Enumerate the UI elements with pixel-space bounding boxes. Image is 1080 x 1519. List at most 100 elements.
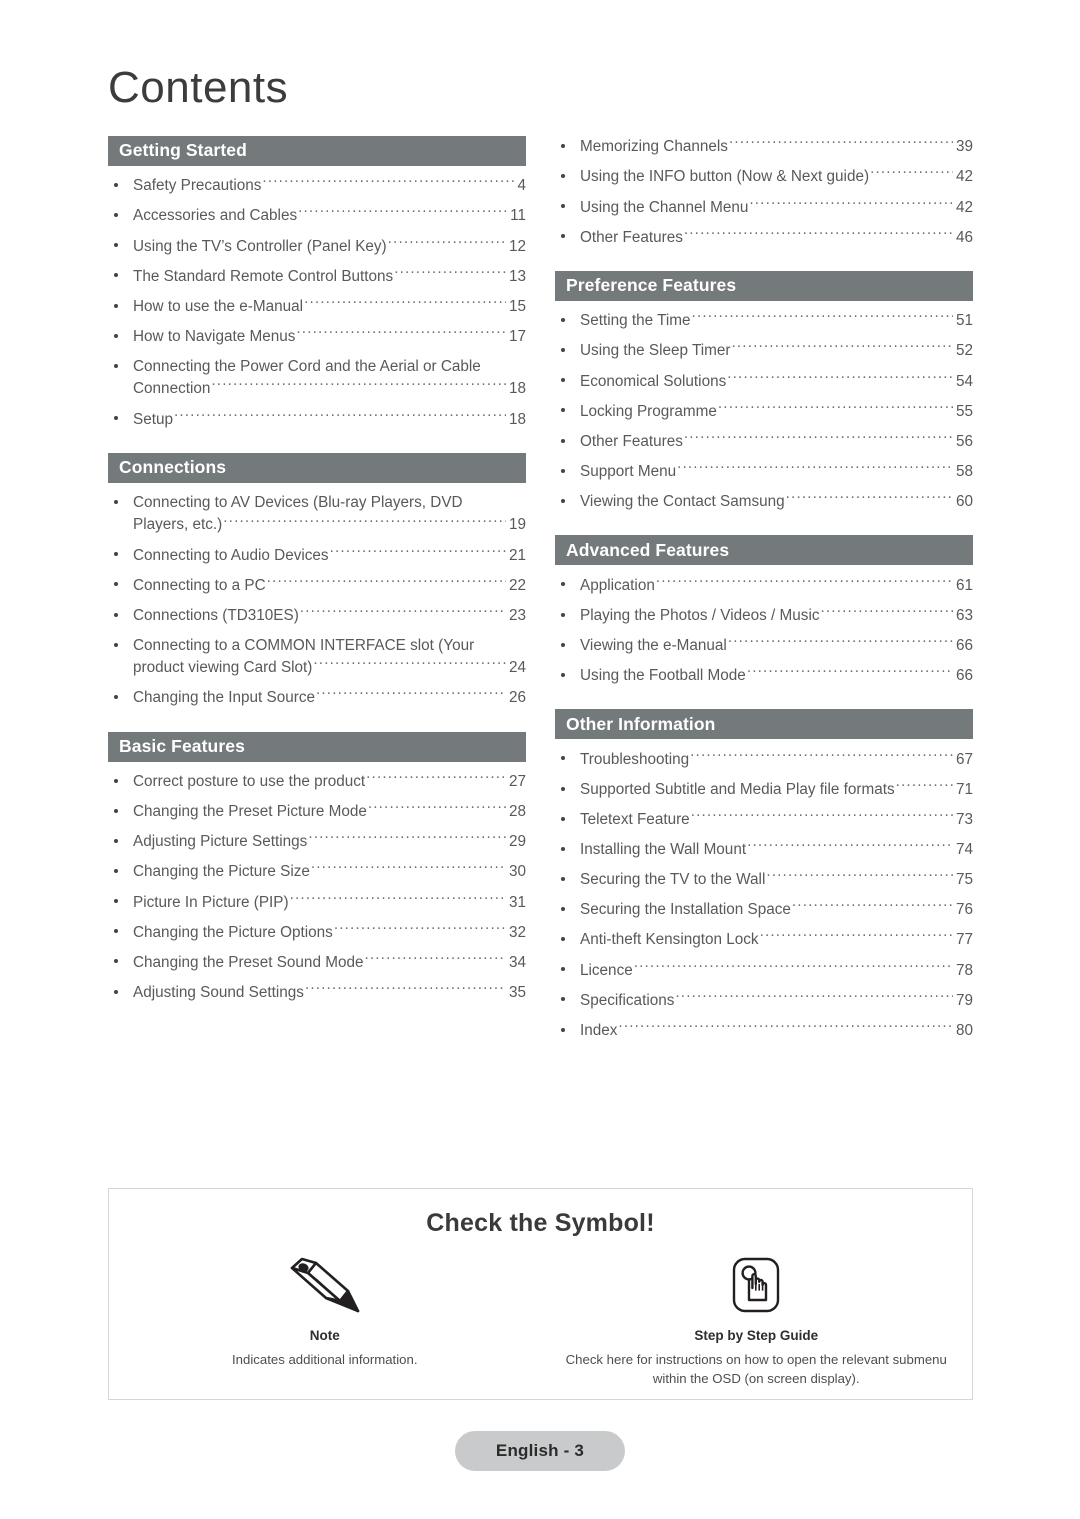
toc-entry-page-number: 27 — [508, 773, 526, 791]
bullet-icon — [561, 846, 565, 851]
toc-entry[interactable]: Anti-theft Kensington Lock 77 — [555, 929, 973, 952]
dot-leader — [656, 574, 953, 589]
toc-entry[interactable]: Teletext Feature 73 — [555, 809, 973, 832]
toc-entry-page-number: 42 — [955, 168, 973, 186]
toc-entry[interactable]: Other Features 56 — [555, 431, 973, 454]
toc-entry-label: Teletext Feature — [580, 810, 690, 828]
toc-section: Connections Connecting to AV Devices (Blu… — [108, 452, 526, 710]
toc-section: Other Information Troubleshooting 67 Suppor… — [555, 709, 973, 1042]
toc-section: Getting Started Safety Precautions 4 Access… — [108, 136, 526, 431]
dot-leader — [316, 687, 506, 702]
toc-entry-label: Adjusting Sound Settings — [133, 983, 304, 1001]
toc-entry[interactable]: Changing the Picture Size 30 — [108, 861, 526, 884]
toc-entry[interactable]: Adjusting Sound Settings 35 — [108, 982, 526, 1005]
toc-entry[interactable]: Viewing the e-Manual 66 — [555, 635, 973, 658]
toc-entry-row: Playing the Photos / Videos / Music 63 — [580, 605, 973, 628]
toc-entry-page-number: 80 — [955, 1021, 973, 1039]
toc-entry[interactable]: Setup 18 — [108, 408, 526, 431]
dot-leader — [690, 748, 953, 763]
dot-leader — [821, 605, 953, 620]
toc-entry-page-number: 61 — [955, 576, 973, 594]
toc-entry[interactable]: Securing the TV to the Wall 75 — [555, 869, 973, 892]
bullet-icon — [114, 582, 118, 587]
toc-entry[interactable]: Adjusting Picture Settings 29 — [108, 831, 526, 854]
toc-entry[interactable]: Using the Channel Menu 42 — [555, 196, 973, 219]
toc-entry[interactable]: Installing the Wall Mount 74 — [555, 839, 973, 862]
toc-entry[interactable]: The Standard Remote Control Buttons 13 — [108, 265, 526, 288]
toc-entry[interactable]: Viewing the Contact Samsung 60 — [555, 491, 973, 514]
toc-entry[interactable]: Playing the Photos / Videos / Music 63 — [555, 605, 973, 628]
toc-entry[interactable]: Economical Solutions 54 — [555, 370, 973, 393]
bullet-icon — [561, 997, 565, 1002]
toc-entry-row: Supported Subtitle and Media Play file f… — [580, 779, 973, 802]
toc-entry-row: Changing the Input Source 26 — [133, 687, 526, 710]
toc-entry[interactable]: Support Menu 58 — [555, 461, 973, 484]
toc-entry[interactable]: Connecting the Power Cord and the Aerial… — [108, 356, 526, 401]
bullet-icon — [114, 778, 118, 783]
toc-entry[interactable]: Connecting to a COMMON INTERFACE slot (Y… — [108, 635, 526, 680]
toc-entry[interactable]: Connecting to Audio Devices 21 — [108, 544, 526, 567]
toc-entry[interactable]: Using the Sleep Timer 52 — [555, 340, 973, 363]
toc-entry[interactable]: Index 80 — [555, 1020, 973, 1043]
toc-entry[interactable]: Memorizing Channels 39 — [555, 136, 973, 159]
toc-entry[interactable]: Using the TV’s Controller (Panel Key) 12 — [108, 235, 526, 258]
toc-entry-page-number: 18 — [508, 410, 526, 428]
toc-entry[interactable]: Troubleshooting 67 — [555, 748, 973, 771]
toc-entry[interactable]: Securing the Installation Space 76 — [555, 899, 973, 922]
toc-entry[interactable]: How to Navigate Menus 17 — [108, 326, 526, 349]
toc-entry-page-number: 12 — [508, 237, 526, 255]
toc-entry[interactable]: Safety Precautions 4 — [108, 175, 526, 198]
symbol-box-heading: Check the Symbol! — [426, 1209, 655, 1237]
toc-entry[interactable]: Changing the Picture Options 32 — [108, 921, 526, 944]
bullet-icon — [114, 899, 118, 904]
dot-leader — [684, 431, 953, 446]
toc-entry[interactable]: How to use the e-Manual 15 — [108, 296, 526, 319]
toc-entry[interactable]: Connecting to AV Devices (Blu-ray Player… — [108, 492, 526, 537]
toc-section: Advanced Features Application 61 Playing th… — [555, 535, 973, 687]
toc-entry-page-number: 28 — [508, 803, 526, 821]
toc-entry-row: Connection 18 — [133, 378, 526, 401]
toc-entry-label: Playing the Photos / Videos / Music — [580, 606, 820, 624]
toc-entry[interactable]: Application 61 — [555, 574, 973, 597]
dot-leader — [330, 544, 506, 559]
toc-entry[interactable]: Changing the Input Source 26 — [108, 687, 526, 710]
toc-entry[interactable]: Changing the Preset Sound Mode 34 — [108, 951, 526, 974]
page-title: Contents — [108, 63, 289, 112]
dot-leader — [684, 226, 953, 241]
check-the-symbol-box: Check the Symbol! Note Indicates additio… — [108, 1188, 973, 1400]
toc-entry-label: Viewing the e-Manual — [580, 636, 727, 654]
symbol-item-label: Note — [309, 1328, 340, 1343]
toc-entry[interactable]: Using the INFO button (Now & Next guide)… — [555, 166, 973, 189]
toc-entry[interactable]: Correct posture to use the product 27 — [108, 771, 526, 794]
toc-entry[interactable]: Supported Subtitle and Media Play file f… — [555, 779, 973, 802]
toc-entry-page-number: 31 — [508, 893, 526, 911]
toc-entry-label: Safety Precautions — [133, 177, 262, 195]
toc-entry-label: Connection — [133, 380, 211, 398]
toc-entry[interactable]: Accessories and Cables 11 — [108, 205, 526, 228]
bullet-icon — [114, 213, 118, 218]
bullet-icon — [561, 378, 565, 383]
toc-entry-row: Connecting to a PC 22 — [133, 574, 526, 597]
dot-leader — [634, 959, 953, 974]
toc-entry[interactable]: Other Features 46 — [555, 226, 973, 249]
toc-entry[interactable]: Changing the Preset Picture Mode 28 — [108, 801, 526, 824]
toc-entry-row: Other Features 56 — [580, 431, 973, 454]
toc-entry[interactable]: Using the Football Mode 66 — [555, 665, 973, 688]
toc-entry[interactable]: Connecting to a PC 22 — [108, 574, 526, 597]
toc-entry[interactable]: Licence 78 — [555, 959, 973, 982]
toc-entry[interactable]: Locking Programme 55 — [555, 400, 973, 423]
toc-entry[interactable]: Picture In Picture (PIP) 31 — [108, 891, 526, 914]
toc-entry-row: Using the Sleep Timer 52 — [580, 340, 973, 363]
toc-entry[interactable]: Setting the Time 51 — [555, 310, 973, 333]
toc-entry-row: Memorizing Channels 39 — [580, 136, 973, 159]
dot-leader — [786, 491, 953, 506]
toc-entry[interactable]: Connections (TD310ES) 23 — [108, 605, 526, 628]
toc-entry-label: Using the INFO button (Now & Next guide) — [580, 168, 870, 186]
toc-entry[interactable]: Specifications 79 — [555, 989, 973, 1012]
toc-entry-row: Anti-theft Kensington Lock 77 — [580, 929, 973, 952]
toc-entry-page-number: 26 — [508, 689, 526, 707]
toc-entry-page-number: 19 — [508, 516, 526, 534]
toc-entry-row: Teletext Feature 73 — [580, 809, 973, 832]
toc-entry-label: Changing the Picture Size — [133, 863, 310, 881]
toc-entry-page-number: 34 — [508, 953, 526, 971]
